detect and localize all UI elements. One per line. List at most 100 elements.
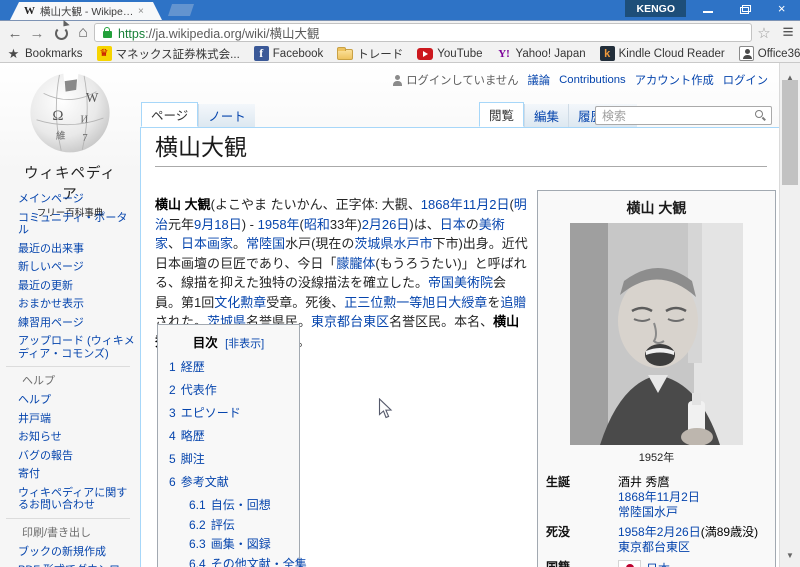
toc-item[interactable]: 3 エピソード bbox=[169, 404, 288, 421]
new-tab-button[interactable] bbox=[168, 4, 194, 16]
bookmark-item[interactable]: トレード bbox=[337, 46, 403, 62]
wiki-link[interactable]: 1958年2月26日 bbox=[618, 525, 701, 539]
wiki-link[interactable]: 2月26日 bbox=[362, 217, 410, 232]
search-icon[interactable] bbox=[754, 109, 767, 122]
search-input[interactable] bbox=[596, 108, 754, 123]
maximize-button[interactable] bbox=[727, 0, 764, 18]
sidebar-link[interactable]: ウィキペディアに関するお問い合わせ bbox=[18, 487, 136, 512]
wiki-link[interactable]: 1868年11月2日 bbox=[618, 490, 700, 504]
bookmark-item[interactable]: Kindle Cloud Reader bbox=[599, 46, 725, 61]
wiki-link[interactable]: 水戸市 bbox=[393, 236, 432, 251]
wiki-link[interactable]: 台東区 bbox=[350, 314, 389, 329]
wiki-link[interactable]: 旭日大綬章 bbox=[422, 295, 487, 310]
personal-link[interactable]: ログインしていません bbox=[392, 72, 519, 88]
sidebar-link[interactable]: ブックの新規作成 bbox=[18, 546, 136, 559]
personal-link[interactable]: アカウント作成 bbox=[635, 72, 714, 88]
portrait-photo[interactable] bbox=[570, 223, 743, 445]
forward-button[interactable] bbox=[27, 21, 47, 45]
text-segment: 元年 bbox=[168, 216, 195, 232]
text-segment: の bbox=[465, 216, 479, 232]
wiki-link[interactable]: 1958年 bbox=[258, 217, 300, 232]
browser-tab[interactable]: W 横山大観 - Wikipedia bbox=[10, 2, 162, 20]
wiki-link[interactable]: 追贈 bbox=[500, 295, 526, 310]
view-tab[interactable]: 編集 bbox=[524, 104, 569, 127]
bookmark-item[interactable]: YouTube bbox=[417, 47, 483, 60]
wiki-link[interactable]: 日本 bbox=[440, 217, 466, 232]
personal-link[interactable]: Contributions bbox=[559, 74, 626, 86]
browser-window: W 横山大観 - Wikipedia KENGO https://ja.wiki… bbox=[0, 0, 800, 567]
bookmark-item[interactable]: Office365 bbox=[738, 46, 800, 61]
sidebar-link[interactable]: メインページ bbox=[18, 193, 136, 206]
sidebar-link[interactable]: おまかせ表示 bbox=[18, 298, 136, 311]
close-button[interactable] bbox=[763, 0, 800, 18]
wiki-link[interactable]: 東京都台東区 bbox=[618, 540, 690, 554]
bookmark-star-button[interactable] bbox=[754, 21, 774, 45]
sidebar-link[interactable]: 最近の出来事 bbox=[18, 243, 136, 256]
wiki-link[interactable]: 日本画家 bbox=[181, 236, 233, 251]
bookmark-item[interactable]: Facebook bbox=[253, 46, 323, 61]
namespace-tab[interactable]: ノート bbox=[198, 104, 255, 127]
toc-item[interactable]: 6.1 自伝・回想 bbox=[189, 496, 288, 513]
wiki-link[interactable]: 9月18日 bbox=[194, 217, 242, 232]
wiki-link[interactable]: 茨城県 bbox=[354, 236, 393, 251]
sidebar-link[interactable]: 最近の更新 bbox=[18, 280, 136, 293]
toc-item[interactable]: 6.2 評伝 bbox=[189, 516, 288, 533]
bookmark-item[interactable]: Bookmarks bbox=[6, 46, 83, 61]
toc-item[interactable]: 6 参考文献 bbox=[169, 473, 288, 490]
sidebar-link[interactable]: お知らせ bbox=[18, 431, 136, 444]
sidebar-link[interactable]: コミュニティ・ポータル bbox=[18, 212, 136, 237]
wiki-link[interactable]: 帝国美術院 bbox=[428, 275, 493, 290]
address-bar[interactable]: https://ja.wikipedia.org/wiki/横山大観 bbox=[94, 23, 752, 42]
namespace-tab[interactable]: ページ bbox=[141, 102, 199, 127]
sidebar-link[interactable]: ヘルプ bbox=[18, 394, 136, 407]
home-button[interactable] bbox=[74, 21, 92, 45]
person-icon bbox=[392, 74, 403, 86]
view-tab[interactable]: 閲覧 bbox=[479, 102, 525, 127]
infobox-row: 国籍 日本 bbox=[546, 560, 767, 567]
sidebar-section-list: ブックの新規作成PDF 形式でダウンロード印刷用バージョン bbox=[0, 546, 140, 567]
personal-link[interactable]: 議論 bbox=[528, 72, 551, 88]
bookmark-item[interactable]: マネックス証券株式会... bbox=[96, 46, 240, 62]
sidebar-link[interactable]: 新しいページ bbox=[18, 261, 136, 274]
wiki-link[interactable]: 日本 bbox=[646, 562, 670, 567]
toc-item[interactable]: 1 経歴 bbox=[169, 358, 288, 375]
page-scrollbar[interactable] bbox=[779, 63, 800, 567]
refresh-button[interactable] bbox=[53, 21, 69, 45]
chrome-menu-button[interactable] bbox=[778, 21, 798, 45]
sidebar-link[interactable]: アップロード (ウィキメディア・コモンズ) bbox=[18, 335, 136, 360]
search-box bbox=[595, 106, 772, 125]
sidebar-sections: ヘルプ ヘルプ 井戸端 お知らせ バグの報告 寄付 ウィキペディアに関するお問い合わせ 印刷/… bbox=[0, 366, 140, 567]
sidebar-link[interactable]: 井戸端 bbox=[18, 413, 136, 426]
wiki-link[interactable]: 勲一等 bbox=[383, 295, 422, 310]
wiki-link[interactable]: 1868年 bbox=[421, 197, 463, 212]
minimize-button[interactable] bbox=[690, 0, 727, 18]
wiki-link[interactable]: 朦朧体 bbox=[336, 256, 375, 271]
toc-item[interactable]: 4 略歴 bbox=[169, 427, 288, 444]
sidebar-link[interactable]: 練習用ページ bbox=[18, 317, 136, 330]
wiki-link[interactable]: 東京都 bbox=[311, 314, 350, 329]
wiki-link[interactable]: 昭和 bbox=[304, 217, 330, 232]
sidebar-link[interactable]: バグの報告 bbox=[18, 450, 136, 463]
toc-item[interactable]: 6.3 画集・図録 bbox=[189, 535, 288, 552]
scrollbar-thumb[interactable] bbox=[782, 80, 798, 185]
infobox-title: 横山 大観 bbox=[626, 200, 687, 216]
wiki-link[interactable]: 常陸国水戸 bbox=[618, 505, 678, 519]
wiki-link[interactable]: 11月2日 bbox=[463, 197, 510, 212]
bookmark-item[interactable]: Yahoo! Japan bbox=[497, 46, 586, 61]
toc-item[interactable]: 6.4 その他文献・全集 bbox=[189, 555, 307, 567]
sidebar-link[interactable]: 寄付 bbox=[18, 468, 136, 481]
tab-close-icon[interactable] bbox=[138, 6, 144, 17]
wiki-link[interactable]: 文化勲章 bbox=[214, 295, 266, 310]
text-segment: (よこやま たいかん、正字体: 大觀、 bbox=[210, 197, 421, 212]
wiki-link[interactable]: 常陸国 bbox=[246, 236, 285, 251]
back-button[interactable] bbox=[5, 21, 25, 45]
toc-hide-toggle[interactable]: [非表示] bbox=[225, 338, 264, 350]
ssl-lock-icon[interactable] bbox=[103, 26, 112, 38]
toc-item[interactable]: 2 代表作 bbox=[169, 381, 288, 398]
scroll-down-arrow-icon[interactable] bbox=[780, 545, 800, 563]
toc-item[interactable]: 5 脚注 bbox=[169, 450, 288, 467]
profile-button[interactable]: KENGO bbox=[625, 0, 686, 17]
wiki-link[interactable]: 正三位 bbox=[344, 295, 383, 310]
personal-link[interactable]: ログイン bbox=[723, 72, 768, 88]
toc-label: エピソード bbox=[180, 406, 241, 420]
